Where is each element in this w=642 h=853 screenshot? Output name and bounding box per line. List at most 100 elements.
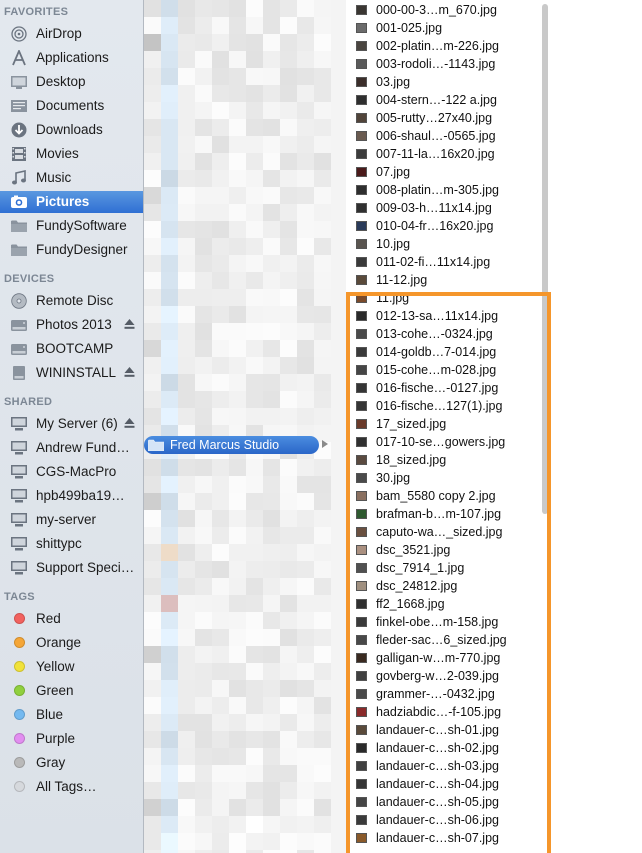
folder-icon <box>10 218 28 234</box>
sidebar-item-music[interactable]: Music <box>0 167 143 189</box>
eject-icon[interactable] <box>124 366 135 378</box>
file-row[interactable]: 005-rutty…27x40.jpg <box>346 109 542 127</box>
favorites-section-header: FAVORITES <box>4 6 69 18</box>
eject-icon[interactable] <box>124 318 135 330</box>
image-thumbnail-icon <box>356 77 367 87</box>
file-name: 11-12.jpg <box>376 273 428 287</box>
sidebar-item-label: CGS-MacPro <box>36 464 117 479</box>
file-list: 000-00-3…m_670.jpg 001-025.jpg 002-platin…… <box>346 0 642 853</box>
file-row[interactable]: 003-rodoli…-1143.jpg <box>346 55 542 73</box>
sidebar-item-orange[interactable]: Orange <box>0 632 143 654</box>
file-row[interactable]: 002-platin…m-226.jpg <box>346 37 542 55</box>
file-row[interactable]: 000-00-3…m_670.jpg <box>346 1 542 19</box>
folder-icon <box>148 439 164 451</box>
eject-icon[interactable] <box>124 417 135 429</box>
sidebar-item-movies[interactable]: Movies <box>0 143 143 165</box>
tag-color-dot-icon <box>14 613 25 624</box>
server-icon <box>10 464 28 480</box>
sidebar-item-cgs-macpro[interactable]: CGS-MacPro <box>0 461 143 483</box>
image-thumbnail-icon <box>356 131 367 141</box>
image-thumbnail-icon <box>356 5 367 15</box>
file-row[interactable]: 010-04-fr…16x20.jpg <box>346 217 542 235</box>
image-thumbnail-icon <box>356 59 367 69</box>
file-name: 009-03-h…11x14.jpg <box>376 201 492 215</box>
selected-folder-row[interactable]: Fred Marcus Studio <box>144 436 319 454</box>
documents-icon <box>10 98 28 114</box>
sidebar-item-label: shittypc <box>36 536 82 551</box>
sidebar-item-photos-2013[interactable]: Photos 2013 <box>0 314 143 336</box>
sidebar-item-label: FundyDesigner <box>36 242 128 257</box>
sidebar-item-label: Remote Disc <box>36 293 114 308</box>
selected-folder-label: Fred Marcus Studio <box>170 438 280 452</box>
sidebar-item-shittypc[interactable]: shittypc <box>0 533 143 555</box>
image-thumbnail-icon <box>356 221 367 231</box>
sidebar-item-red[interactable]: Red <box>0 608 143 630</box>
image-thumbnail-icon <box>356 41 367 51</box>
server-icon <box>10 440 28 456</box>
sidebar-item-hpb499ba19[interactable]: hpb499ba19… <box>0 485 143 507</box>
sidebar-item-label: Andrew Fund… <box>36 440 130 455</box>
file-row[interactable]: 008-platin…m-305.jpg <box>346 181 542 199</box>
sidebar-item-label: Applications <box>36 50 109 65</box>
tags-section-header: TAGS <box>4 591 35 603</box>
file-name: 002-platin…m-226.jpg <box>376 39 499 53</box>
sidebar-item-yellow[interactable]: Yellow <box>0 656 143 678</box>
sidebar-item-fundysoftware[interactable]: FundySoftware <box>0 215 143 237</box>
file-name: 03.jpg <box>376 75 411 89</box>
disc-icon <box>10 293 28 309</box>
sidebar-item-pictures[interactable]: Pictures <box>0 191 143 213</box>
devices-section-header: DEVICES <box>4 273 55 285</box>
server-icon <box>10 536 28 552</box>
sidebar-item-desktop[interactable]: Desktop <box>0 71 143 93</box>
file-row[interactable]: 009-03-h…11x14.jpg <box>346 199 542 217</box>
sidebar-item-green[interactable]: Green <box>0 680 143 702</box>
sidebar-item-label: AirDrop <box>36 26 82 41</box>
image-thumbnail-icon <box>356 185 367 195</box>
sidebar-item-label: Support Speci… <box>36 560 135 575</box>
sidebar-item-fundydesigner[interactable]: FundyDesigner <box>0 239 143 261</box>
sidebar-item-label: Purple <box>36 731 76 746</box>
image-thumbnail-icon <box>356 113 367 123</box>
file-name: 07.jpg <box>376 165 411 179</box>
image-thumbnail-icon <box>356 203 367 213</box>
file-name: 000-00-3…m_670.jpg <box>376 3 497 17</box>
sidebar-item-my-server-6[interactable]: My Server (6) <box>0 413 143 435</box>
file-row[interactable]: 07.jpg <box>346 163 542 181</box>
file-row[interactable]: 03.jpg <box>346 73 542 91</box>
sidebar-item-applications[interactable]: Applications <box>0 47 143 69</box>
sidebar-item-all-tags[interactable]: All Tags… <box>0 776 143 798</box>
file-row[interactable]: 011-02-fi…11x14.jpg <box>346 253 542 271</box>
file-row[interactable]: 001-025.jpg <box>346 19 542 37</box>
tag-color-dot-icon <box>14 709 25 720</box>
sidebar-item-andrew-fund[interactable]: Andrew Fund… <box>0 437 143 459</box>
sidebar-item-label: Red <box>36 611 61 626</box>
sidebar-item-remote-disc[interactable]: Remote Disc <box>0 290 143 312</box>
sidebar-item-label: Yellow <box>36 659 75 674</box>
sidebar-item-label: Green <box>36 683 74 698</box>
tag-color-dot-icon <box>14 781 25 792</box>
sidebar-item-documents[interactable]: Documents <box>0 95 143 117</box>
sidebar-item-my-server[interactable]: my-server <box>0 509 143 531</box>
file-row[interactable]: 11-12.jpg <box>346 271 542 289</box>
sidebar-item-downloads[interactable]: Downloads <box>0 119 143 141</box>
file-row[interactable]: 007-11-la…16x20.jpg <box>346 145 542 163</box>
file-row[interactable]: 10.jpg <box>346 235 542 253</box>
sidebar-item-gray[interactable]: Gray <box>0 752 143 774</box>
sidebar-item-purple[interactable]: Purple <box>0 728 143 750</box>
sidebar-item-bootcamp[interactable]: BOOTCAMP <box>0 338 143 360</box>
sidebar-item-wininstall[interactable]: WININSTALL <box>0 362 143 384</box>
sidebar-item-label: FundySoftware <box>36 218 127 233</box>
sidebar-item-support-speci[interactable]: Support Speci… <box>0 557 143 579</box>
file-name: 10.jpg <box>376 237 411 251</box>
airdrop-icon <box>10 26 28 42</box>
file-row[interactable]: 006-shaul…-0565.jpg <box>346 127 542 145</box>
sidebar-item-airdrop[interactable]: AirDrop <box>0 23 143 45</box>
sidebar-item-label: BOOTCAMP <box>36 341 114 356</box>
highlight-box <box>346 292 551 853</box>
image-thumbnail-icon <box>356 23 367 33</box>
server-icon <box>10 488 28 504</box>
sidebar-item-label: Pictures <box>36 194 90 209</box>
sidebar-item-blue[interactable]: Blue <box>0 704 143 726</box>
file-row[interactable]: 004-stern…-122 a.jpg <box>346 91 542 109</box>
tag-color-dot-icon <box>14 637 25 648</box>
